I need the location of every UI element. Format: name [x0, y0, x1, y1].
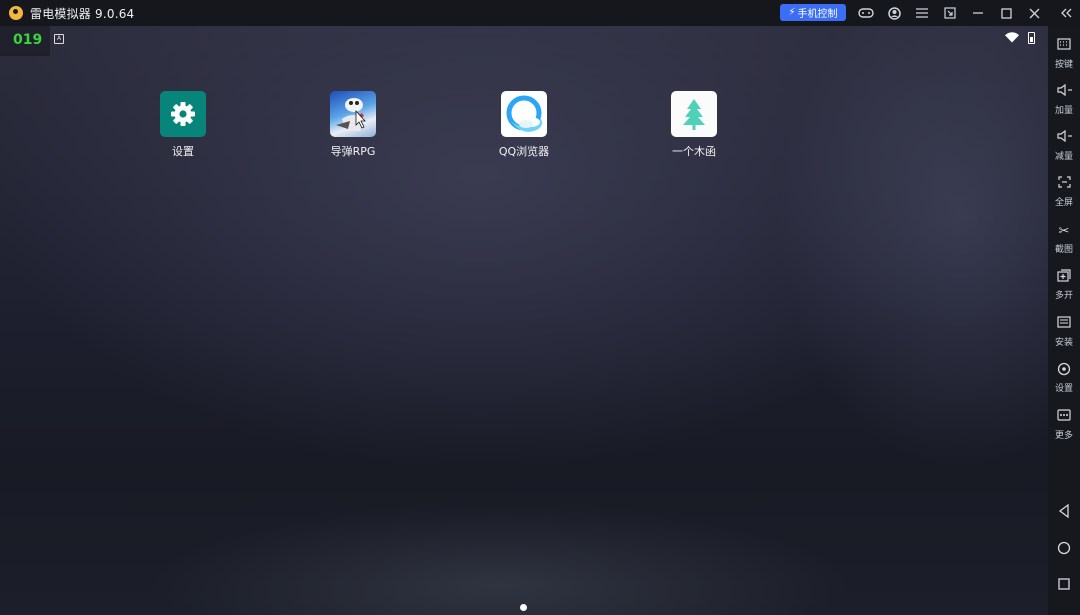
home-icon[interactable]: [1048, 541, 1080, 559]
app-mu-han[interactable]: 一个木函: [654, 91, 734, 159]
more-icon: [1048, 409, 1080, 427]
sidebar-item-label: 按键: [1054, 60, 1073, 70]
tree-icon: [671, 91, 717, 137]
sidebar-item-multi-instance[interactable]: 多开: [1048, 269, 1080, 301]
multi-instance-icon: [1048, 269, 1080, 287]
lightning-icon: ⚡: [788, 7, 796, 18]
app-qq-browser[interactable]: QQ浏览器: [484, 91, 564, 159]
sidebar-item-label: 全屏: [1054, 198, 1073, 208]
app-label: 设置: [172, 145, 194, 158]
keyboard-icon: [1048, 38, 1080, 56]
android-home-screen[interactable]: 019 A 设置 导弹RPG QQ浏览器 一个木函: [0, 26, 1048, 615]
phone-control-button[interactable]: ⚡ 手机控制: [780, 4, 846, 21]
missile-rpg-game-icon: [330, 91, 376, 137]
volume-up-icon: [1048, 83, 1080, 102]
sidebar-item-volume-down[interactable]: 减量: [1048, 129, 1080, 162]
right-toolbar: 按键 加量 减量 全屏 ✂ 截图 多开 安装 设置 更多: [1048, 26, 1080, 615]
sidebar-item-label: 加量: [1054, 106, 1073, 116]
app-settings[interactable]: 设置: [143, 91, 223, 159]
sidebar-item-settings[interactable]: 设置: [1048, 362, 1080, 394]
maximize-icon[interactable]: [996, 3, 1016, 23]
title-bar: 雷电模拟器 9.0.64 ⚡ 手机控制: [0, 0, 1080, 26]
collapse-sidebar-icon[interactable]: [1056, 3, 1076, 23]
sidebar-item-more[interactable]: 更多: [1048, 409, 1080, 441]
sidebar-item-label: 截图: [1054, 245, 1073, 255]
scissors-icon: ✂: [1058, 224, 1070, 239]
back-icon[interactable]: [1048, 503, 1080, 522]
minimize-to-window-icon[interactable]: [940, 3, 960, 23]
settings-gear-icon: [160, 91, 206, 137]
sidebar-item-label: 减量: [1054, 152, 1073, 162]
sidebar-item-volume-up[interactable]: 加量: [1048, 83, 1080, 116]
minimize-icon[interactable]: [968, 3, 988, 23]
recents-icon[interactable]: [1048, 578, 1080, 594]
window-title: 雷电模拟器 9.0.64: [30, 6, 135, 21]
app-label: 一个木函: [672, 145, 716, 158]
sidebar-item-keymap[interactable]: 按键: [1048, 38, 1080, 70]
wifi-icon: [1005, 32, 1019, 44]
qq-browser-icon: [501, 91, 547, 137]
sidebar-item-label: 多开: [1054, 291, 1073, 301]
sidebar-item-label: 更多: [1054, 431, 1073, 441]
sidebar-item-fullscreen[interactable]: 全屏: [1048, 176, 1080, 208]
app-missile-rpg[interactable]: 导弹RPG: [313, 91, 393, 159]
volume-down-icon: [1048, 129, 1080, 148]
account-icon[interactable]: [884, 3, 904, 23]
gamepad-icon[interactable]: [856, 3, 876, 23]
settings-icon: [1048, 362, 1080, 380]
app-logo-icon: [9, 6, 23, 20]
sidebar-item-label: 安装: [1054, 338, 1073, 348]
app-label: QQ浏览器: [498, 145, 550, 158]
close-icon[interactable]: [1024, 3, 1044, 23]
page-indicator-dot: [520, 604, 527, 611]
fullscreen-icon: [1048, 176, 1080, 194]
install-apk-icon: [1048, 316, 1080, 334]
phone-control-label: 手机控制: [797, 9, 838, 20]
app-label: 导弹RPG: [330, 145, 376, 158]
fps-counter: 019: [13, 32, 43, 48]
sidebar-item-screenshot[interactable]: ✂ 截图: [1048, 223, 1080, 255]
notification-icon: A: [54, 34, 64, 44]
sidebar-item-install[interactable]: 安装: [1048, 316, 1080, 348]
battery-icon: [1028, 32, 1035, 44]
sidebar-item-label: 设置: [1054, 384, 1073, 394]
menu-icon[interactable]: [912, 3, 932, 23]
